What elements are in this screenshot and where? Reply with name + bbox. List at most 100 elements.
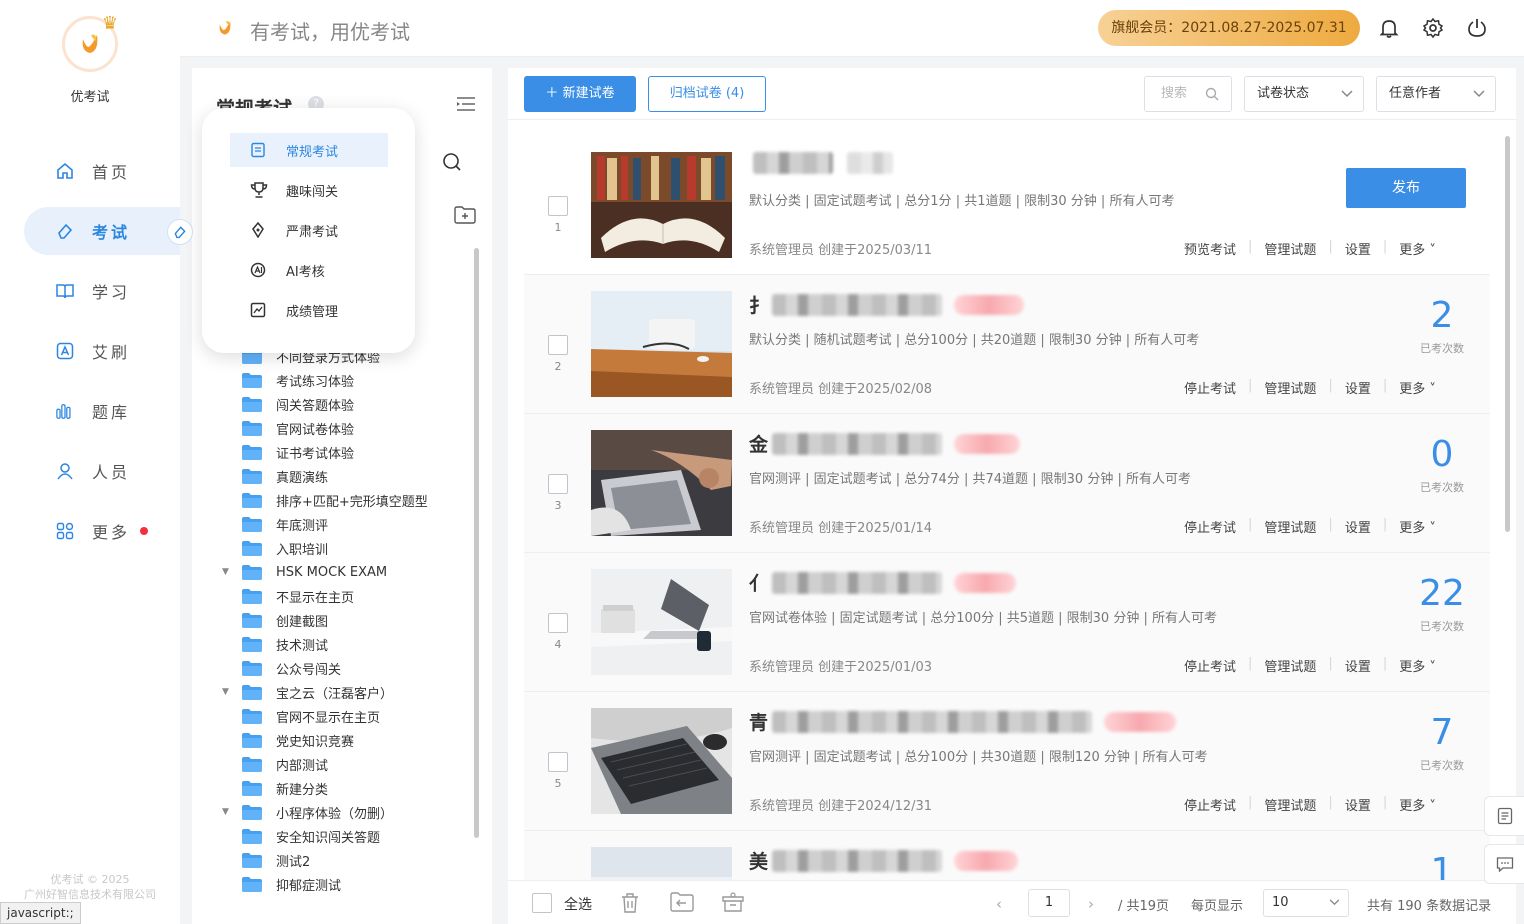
trash-icon[interactable]: [620, 892, 640, 914]
archive-icon[interactable]: [722, 892, 744, 914]
exam-title[interactable]: 美: [749, 847, 1019, 874]
popup-item-serious-exam[interactable]: 严肃考试: [230, 213, 388, 247]
manage-questions-link[interactable]: 管理试题: [1264, 239, 1316, 258]
author-select[interactable]: 任意作者: [1376, 76, 1496, 112]
folder-item[interactable]: ▼ 小程序体验（勿删）: [222, 800, 472, 824]
page-number-input[interactable]: 1: [1028, 889, 1070, 917]
settings-link[interactable]: 设置: [1345, 378, 1371, 397]
more-dropdown[interactable]: 更多 ˅: [1399, 656, 1436, 675]
prev-page-icon[interactable]: ‹: [996, 895, 1002, 913]
exam-title[interactable]: 亻: [749, 569, 1017, 596]
folder-item[interactable]: ▼ HSK MOCK EXAM: [222, 560, 472, 584]
expand-caret-icon[interactable]: ▼: [222, 687, 234, 697]
search-icon: [443, 153, 461, 171]
power-icon[interactable]: [1466, 17, 1488, 39]
nav-item-people[interactable]: 人员: [24, 447, 180, 495]
settings-link[interactable]: 设置: [1345, 795, 1371, 814]
folder-item[interactable]: 测试2: [222, 848, 472, 872]
popup-item-fun-challenge[interactable]: 趣味闯关: [230, 173, 388, 207]
next-page-icon[interactable]: ›: [1088, 895, 1094, 913]
exam-checkbox[interactable]: [548, 752, 568, 772]
folder-item[interactable]: 官网试卷体验: [222, 416, 472, 440]
add-folder-icon[interactable]: [454, 206, 476, 224]
folder-item[interactable]: 闯关答题体验: [222, 392, 472, 416]
page-size-select[interactable]: 10: [1263, 889, 1349, 917]
folder-item[interactable]: 技术测试: [222, 632, 472, 656]
nav-item-study[interactable]: 学习: [24, 267, 180, 315]
more-dropdown[interactable]: 更多 ˅: [1399, 517, 1436, 536]
folder-item[interactable]: 排序+匹配+完形填空题型: [222, 488, 472, 512]
select-all-checkbox[interactable]: [532, 893, 552, 913]
folder-item[interactable]: 安全知识闯关答题: [222, 824, 472, 848]
manage-questions-link[interactable]: 管理试题: [1264, 517, 1316, 536]
settings-link[interactable]: 设置: [1345, 656, 1371, 675]
more-dropdown[interactable]: 更多 ˅: [1399, 239, 1436, 258]
settings-link[interactable]: 设置: [1345, 239, 1371, 258]
nav-item-aishua[interactable]: 艾刷: [24, 327, 180, 375]
folder-item[interactable]: 内部测试: [222, 752, 472, 776]
gear-icon[interactable]: [1422, 17, 1444, 39]
folder-item[interactable]: 真题演练: [222, 464, 472, 488]
publish-button[interactable]: 发布: [1346, 168, 1466, 208]
exam-title[interactable]: 扌: [749, 291, 1025, 318]
pen-nib-icon: [250, 222, 270, 238]
popup-item-regular-exam[interactable]: 常规考试: [230, 133, 388, 167]
folder-scrollbar[interactable]: [474, 248, 479, 838]
bell-icon[interactable]: [1378, 17, 1400, 39]
redacted-tag: [954, 572, 1017, 593]
archived-exams-button[interactable]: 归档试卷 (4): [648, 76, 766, 112]
more-dropdown[interactable]: 更多 ˅: [1399, 378, 1436, 397]
folder-item[interactable]: 创建截图: [222, 608, 472, 632]
stop-exam-link[interactable]: 停止考试: [1184, 378, 1236, 397]
folder-item[interactable]: 年底测评: [222, 512, 472, 536]
popup-item-score-management[interactable]: 成绩管理: [230, 293, 388, 327]
nav-item-more[interactable]: 更多: [24, 507, 180, 555]
folder-icon: [242, 564, 262, 580]
expand-caret-icon[interactable]: ▼: [222, 807, 234, 817]
exam-type-toggle-button[interactable]: [167, 219, 193, 245]
settings-link[interactable]: 设置: [1345, 517, 1371, 536]
move-folder-icon[interactable]: [670, 892, 694, 912]
folder-item[interactable]: 新建分类: [222, 776, 472, 800]
collapse-menu-icon[interactable]: [456, 96, 476, 112]
manage-questions-link[interactable]: 管理试题: [1264, 378, 1316, 397]
folder-item[interactable]: 党史知识竞赛: [222, 728, 472, 752]
stop-exam-link[interactable]: 停止考试: [1184, 795, 1236, 814]
exam-checkbox[interactable]: [548, 196, 568, 216]
popup-item-ai-assessment[interactable]: AI考核: [230, 253, 388, 287]
side-chat-button[interactable]: [1484, 844, 1524, 884]
exam-status-select[interactable]: 试卷状态: [1244, 76, 1364, 112]
folder-item[interactable]: 入职培训: [222, 536, 472, 560]
stop-exam-link[interactable]: 停止考试: [1184, 517, 1236, 536]
more-dropdown[interactable]: 更多 ˅: [1399, 795, 1436, 814]
exam-checkbox[interactable]: [548, 613, 568, 633]
manage-questions-link[interactable]: 管理试题: [1264, 656, 1316, 675]
folder-item[interactable]: 抑郁症测试: [222, 872, 472, 896]
preview-exam-link[interactable]: 预览考试: [1184, 239, 1236, 258]
app-logo[interactable]: ♛: [62, 13, 118, 72]
folder-item[interactable]: ▼ 宝之云（汪磊客户）: [222, 680, 472, 704]
stop-exam-link[interactable]: 停止考试: [1184, 656, 1236, 675]
nav-item-question-bank[interactable]: 题库: [24, 387, 180, 435]
exam-title[interactable]: 青: [749, 708, 1177, 735]
folder-item[interactable]: 官网不显示在主页: [222, 704, 472, 728]
main-scrollbar[interactable]: [1505, 136, 1510, 532]
folder-item[interactable]: 证书考试体验: [222, 440, 472, 464]
folder-search-button[interactable]: [438, 144, 472, 178]
exam-title[interactable]: [749, 152, 893, 174]
expand-caret-icon[interactable]: ▼: [222, 567, 234, 577]
nav-item-home[interactable]: 首页: [24, 147, 180, 195]
side-notes-button[interactable]: [1484, 796, 1524, 836]
select-all-label[interactable]: 全选: [564, 894, 592, 914]
folder-item[interactable]: 公众号闯关: [222, 656, 472, 680]
exam-title[interactable]: 金: [749, 430, 1021, 457]
nav-item-exam[interactable]: 考试: [24, 207, 180, 255]
exam-checkbox[interactable]: [548, 335, 568, 355]
folder-item[interactable]: 不显示在主页: [222, 584, 472, 608]
new-exam-button[interactable]: ＋ 新建试卷: [524, 76, 636, 112]
membership-badge[interactable]: 旗舰会员：2021.08.27-2025.07.31: [1098, 10, 1360, 46]
exam-checkbox[interactable]: [548, 474, 568, 494]
manage-questions-link[interactable]: 管理试题: [1264, 795, 1316, 814]
folder-item[interactable]: 考试练习体验: [222, 368, 472, 392]
exam-search-input[interactable]: 搜索: [1144, 76, 1232, 112]
